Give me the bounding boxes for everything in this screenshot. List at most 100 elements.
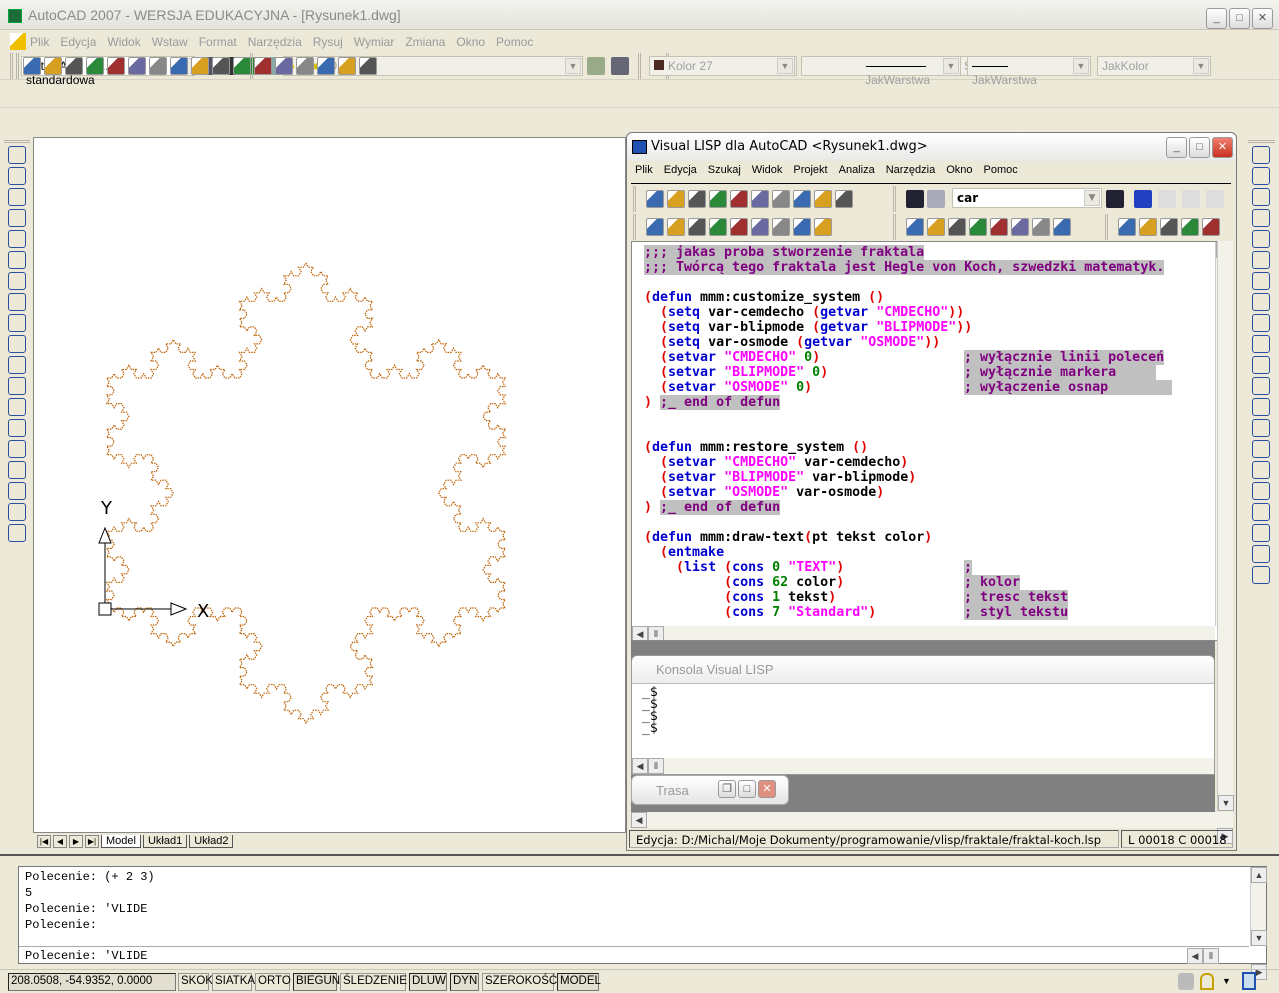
- ordinate-icon[interactable]: [86, 57, 104, 75]
- rectangle-icon[interactable]: [8, 230, 26, 248]
- trace-window[interactable]: Trasa ❐ □ ✕: [631, 775, 789, 805]
- trace-restore-button[interactable]: ❐: [718, 780, 736, 798]
- menu-item-4[interactable]: Format: [199, 35, 237, 49]
- vlisp-close-button[interactable]: ✕: [1212, 137, 1233, 158]
- vlisp-menu-item-3[interactable]: Widok: [752, 164, 783, 176]
- menu-item-8[interactable]: Zmiana: [405, 35, 445, 49]
- trim-icon[interactable]: [1252, 335, 1270, 353]
- line-icon[interactable]: [8, 146, 26, 164]
- tolerance-icon[interactable]: [275, 57, 293, 75]
- mtext-icon[interactable]: [8, 524, 26, 542]
- insert-block-icon[interactable]: [8, 377, 26, 395]
- move-icon[interactable]: [1252, 251, 1270, 269]
- dim-update-icon[interactable]: [359, 57, 377, 75]
- region-icon[interactable]: [8, 482, 26, 500]
- search-input[interactable]: car ▼: [952, 188, 1102, 208]
- status-toggle-szerokość[interactable]: SZEROKOŚĆ: [482, 973, 557, 991]
- leader-icon[interactable]: [254, 57, 272, 75]
- editor-horizontal-scrollbar[interactable]: ◀ ⦀: [632, 626, 1215, 640]
- trace-stack-icon[interactable]: [969, 218, 987, 236]
- status-toggle-dluw[interactable]: DLUW: [409, 973, 447, 991]
- vlisp-menu-item-5[interactable]: Analiza: [839, 164, 875, 176]
- status-toggle-orto[interactable]: ORTO: [255, 973, 291, 991]
- first-tab-button[interactable]: |◀: [37, 834, 51, 848]
- watch-window-icon[interactable]: [1032, 218, 1050, 236]
- close-button[interactable]: ✕: [1252, 8, 1273, 29]
- continue-icon[interactable]: [233, 57, 251, 75]
- scroll-thumb[interactable]: ⦀: [648, 626, 664, 640]
- erase-icon[interactable]: [1252, 146, 1270, 164]
- lineweight-select[interactable]: JakWarstwa ▼: [967, 56, 1091, 87]
- menu-item-0[interactable]: Plik: [30, 35, 49, 49]
- command-input[interactable]: Polecenie: 'VLIDE: [19, 946, 1249, 965]
- step-into-icon[interactable]: [646, 218, 664, 236]
- step-over-icon[interactable]: [667, 218, 685, 236]
- check-selection-icon[interactable]: [1160, 218, 1178, 236]
- print-icon[interactable]: [709, 190, 727, 208]
- scroll-left-button[interactable]: ◀: [1187, 948, 1203, 964]
- offset-icon[interactable]: [1252, 209, 1270, 227]
- status-menu-arrow-icon[interactable]: ▼: [1222, 976, 1231, 986]
- redo-icon[interactable]: [814, 190, 832, 208]
- linetype-select[interactable]: JakWarstwa ▼: [801, 56, 961, 87]
- quick-dim-icon[interactable]: [191, 57, 209, 75]
- send-back-icon[interactable]: [1252, 545, 1270, 563]
- make-block-icon[interactable]: [8, 398, 26, 416]
- arc-length-icon[interactable]: [65, 57, 83, 75]
- vlisp-menu-item-8[interactable]: Pomoc: [984, 164, 1018, 176]
- menu-item-5[interactable]: Narzędzia: [248, 35, 302, 49]
- vlisp-menu-item-1[interactable]: Edycja: [664, 164, 697, 176]
- vlisp-menu-item-4[interactable]: Projekt: [793, 164, 827, 176]
- command-hscroll[interactable]: ◀ ⦀ ▶: [1187, 948, 1267, 980]
- trace-close-button[interactable]: ✕: [758, 780, 776, 798]
- scroll-down-button[interactable]: ▼: [1251, 930, 1267, 946]
- menu-item-7[interactable]: Wymiar: [354, 35, 395, 49]
- apropos-icon[interactable]: [1011, 218, 1029, 236]
- spline-icon[interactable]: [8, 314, 26, 332]
- inspect-icon[interactable]: [948, 218, 966, 236]
- code-editor[interactable]: ;;; jakas proba stworzenie fraktala;;; T…: [631, 241, 1231, 641]
- revcloud-icon[interactable]: [8, 293, 26, 311]
- scroll-down-button[interactable]: ▼: [1218, 795, 1234, 811]
- linear-dim-icon[interactable]: [23, 57, 41, 75]
- splitter[interactable]: [0, 854, 1279, 857]
- status-toggle-skok[interactable]: SKOK: [178, 973, 213, 991]
- arc-icon[interactable]: [8, 251, 26, 269]
- vlisp-menu-item-7[interactable]: Okno: [946, 164, 972, 176]
- coordinates-display[interactable]: 208.0508, -54.9352, 0.0000: [8, 973, 176, 991]
- clean-screen-icon[interactable]: [1242, 972, 1256, 990]
- open-file-icon[interactable]: [667, 190, 685, 208]
- activate-autocad-icon[interactable]: [906, 218, 924, 236]
- mdi-horizontal-scrollbar[interactable]: ◀ ▶: [631, 812, 1233, 844]
- hatch-icon[interactable]: [8, 440, 26, 458]
- tab-model[interactable]: Model: [101, 834, 141, 848]
- scroll-left-button[interactable]: ◀: [632, 626, 648, 640]
- load-active-icon[interactable]: [1053, 218, 1071, 236]
- menu-item-2[interactable]: Widok: [107, 35, 140, 49]
- save-file-icon[interactable]: [688, 190, 706, 208]
- reset-icon[interactable]: [751, 218, 769, 236]
- document-icon[interactable]: [10, 33, 26, 50]
- rotate-icon[interactable]: [1252, 272, 1270, 290]
- fillet-icon[interactable]: [1252, 461, 1270, 479]
- vlisp-minimize-button[interactable]: _: [1166, 137, 1187, 158]
- console-horizontal-scrollbar[interactable]: ◀ ⦀: [632, 758, 1214, 774]
- scale-icon[interactable]: [1252, 293, 1270, 311]
- minimize-button[interactable]: _: [1206, 8, 1227, 29]
- paste-icon[interactable]: [772, 190, 790, 208]
- plotstyle-select[interactable]: JakKolor ▼: [1097, 56, 1211, 76]
- break-icon[interactable]: [1252, 398, 1270, 416]
- toggle-bookmark-icon[interactable]: [1134, 190, 1152, 208]
- dim-edit-icon[interactable]: [317, 57, 335, 75]
- circle-icon[interactable]: [8, 272, 26, 290]
- bring-above-icon[interactable]: [1252, 566, 1270, 584]
- quit-icon[interactable]: [730, 218, 748, 236]
- load-selection-icon[interactable]: [1118, 218, 1136, 236]
- stretch-icon[interactable]: [1252, 314, 1270, 332]
- angular-icon[interactable]: [170, 57, 188, 75]
- new-file-icon[interactable]: [646, 190, 664, 208]
- continue-icon[interactable]: [709, 218, 727, 236]
- status-toggle-śledzenie[interactable]: ŚLEDZENIE: [340, 973, 407, 991]
- polygon-icon[interactable]: [8, 209, 26, 227]
- diameter-icon[interactable]: [149, 57, 167, 75]
